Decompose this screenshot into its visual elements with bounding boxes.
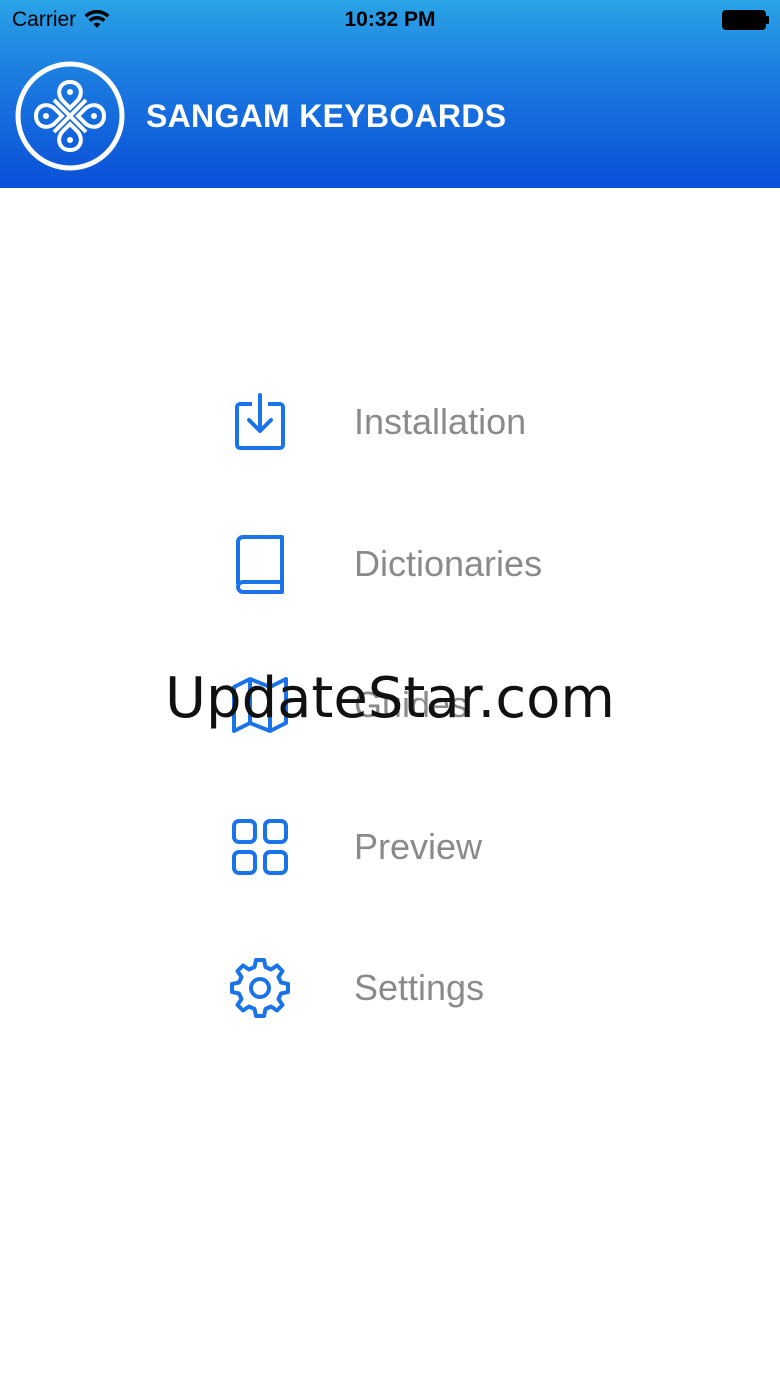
menu-item-guides[interactable]: Guides [228,655,648,755]
gear-icon [230,958,290,1018]
menu-item-preview[interactable]: Preview [228,797,648,897]
brand: SANGAM KEYBOARDS [14,60,506,172]
download-icon [235,393,285,450]
app-header: Carrier 10:32 PM SANGAM KEYBOARDS [0,0,780,188]
app-title: SANGAM KEYBOARDS [146,97,507,134]
knot-logo-icon [15,61,125,171]
menu-label-guides: Guides [354,684,469,725]
status-bar: Carrier 10:32 PM [0,0,780,40]
menu-label-dictionaries: Dictionaries [354,543,543,584]
menu-label-installation: Installation [354,401,527,442]
menu-item-installation[interactable]: Installation [228,372,648,472]
grid-icon [232,819,288,875]
battery-icon [722,10,769,30]
menu-item-settings[interactable]: Settings [228,938,648,1038]
menu-label-preview: Preview [354,826,483,867]
book-icon [236,535,284,594]
menu-item-dictionaries[interactable]: Dictionaries [228,514,648,614]
map-icon [232,677,288,733]
status-time: 10:32 PM [344,8,436,31]
menu-label-settings: Settings [354,967,485,1008]
